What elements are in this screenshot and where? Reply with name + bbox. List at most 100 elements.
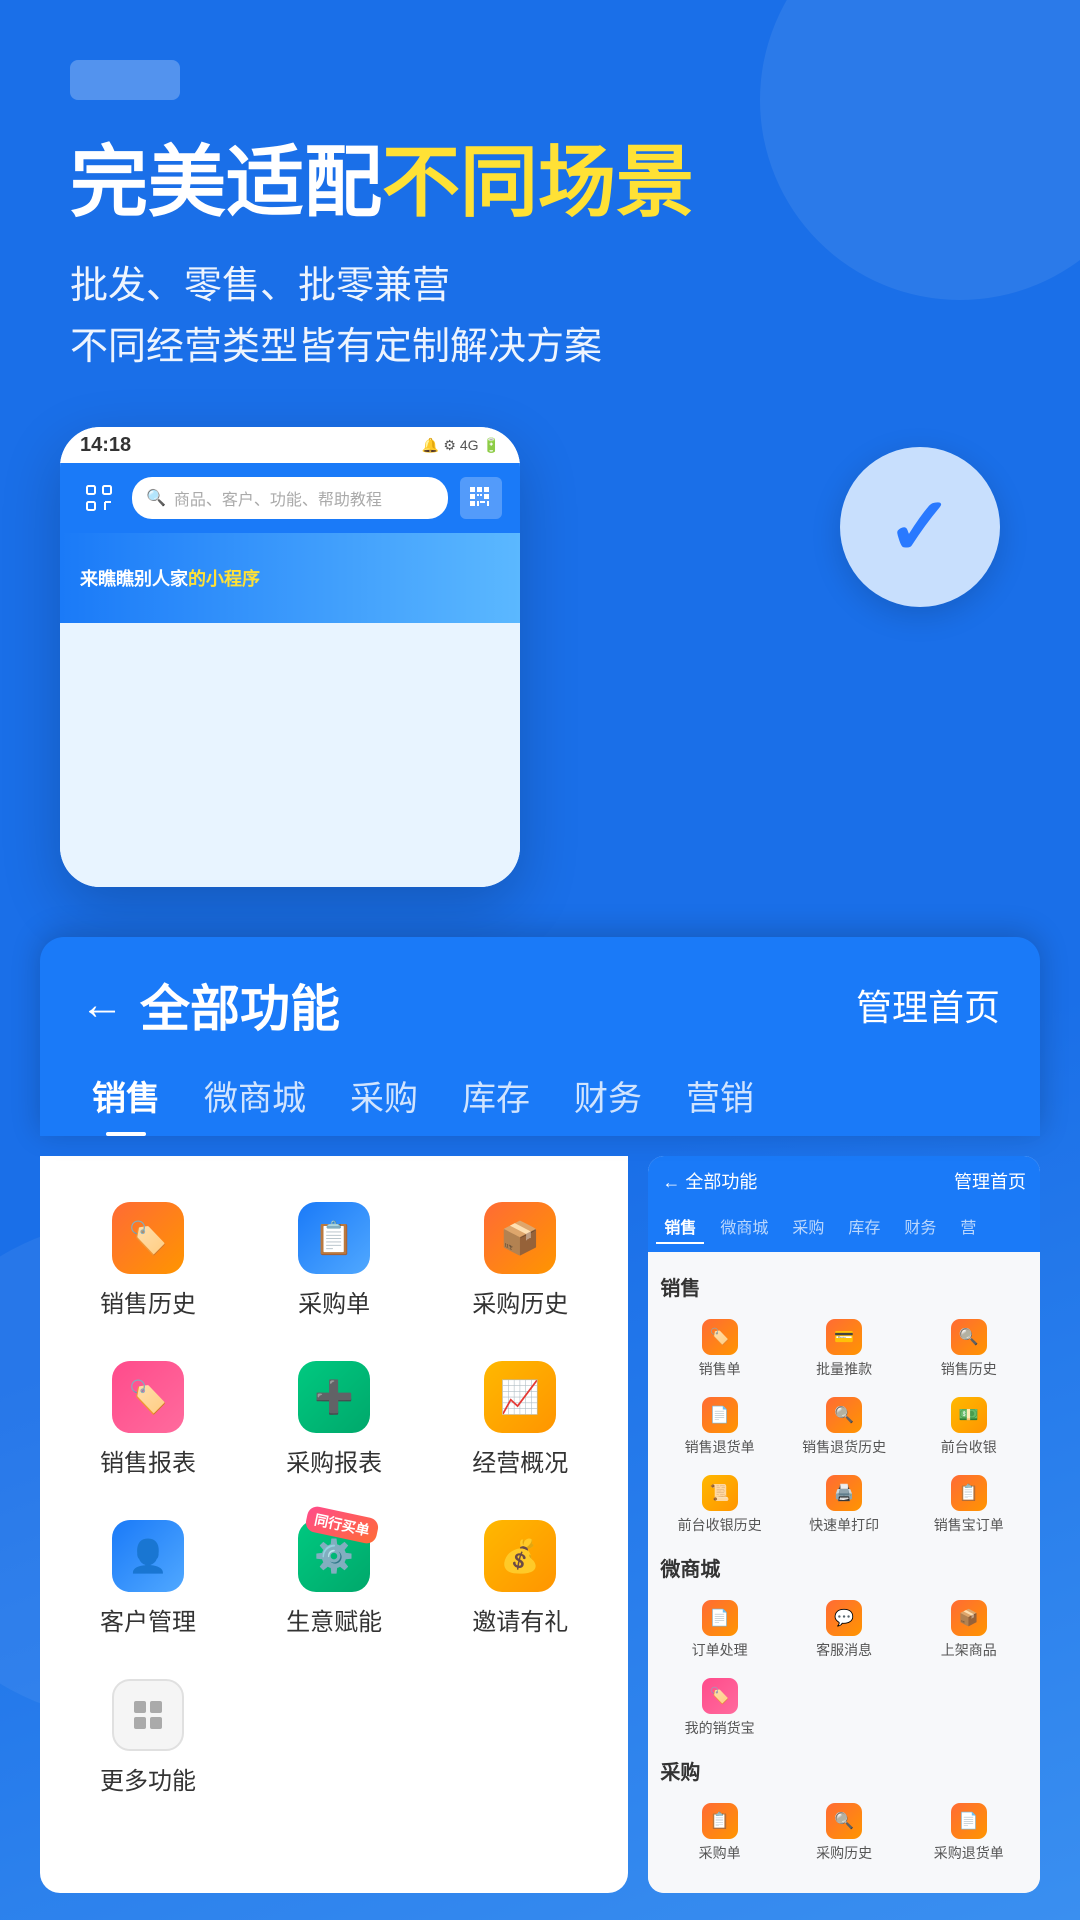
sales-history-icon: 🏷️ [112, 1202, 184, 1274]
list-item[interactable]: 📋 销售宝订单 [909, 1469, 1028, 1541]
customer-mgmt-label: 客户管理 [100, 1602, 196, 1637]
list-item[interactable]: 🏷️ 销售单 [660, 1313, 779, 1385]
feature-panel: ← 全部功能 管理首页 销售 微商城 采购 库存 财务 营销 [40, 937, 1040, 1136]
more-features-label: 更多功能 [100, 1761, 196, 1796]
phone-search-text: 商品、客户、功能、帮助教程 [174, 486, 382, 510]
mini-return-hist-label: 销售退货历史 [802, 1437, 886, 1457]
panel-manage-label[interactable]: 管理首页 [856, 979, 1000, 1031]
list-item[interactable]: 💬 客服消息 [785, 1594, 904, 1666]
mini-tabs: 销售 微商城 采购 库存 财务 营 [648, 1206, 1040, 1252]
list-item[interactable]: 📋 采购单 [246, 1186, 422, 1335]
phone-status-icons: 🔔 ⚙ 4G 🔋 [422, 437, 500, 454]
invite-gift-icon: 💰 [484, 1520, 556, 1592]
phone-banner: 来瞧瞧别人家的小程序 [60, 533, 520, 623]
mini-header-left: ← 全部功能 [662, 1168, 757, 1194]
list-item[interactable]: 💵 前台收银 [909, 1391, 1028, 1463]
phone-content-area: 来瞧瞧别人家的小程序 [60, 533, 520, 887]
mini-micro-grid: 📄 订单处理 💬 客服消息 📦 上架商品 🏷️ 我的销货宝 [660, 1594, 1028, 1744]
mini-back-arrow[interactable]: ← 全部功能 [662, 1168, 757, 1194]
banner-highlight: 的小程序 [188, 569, 260, 589]
list-item[interactable]: 📄 订单处理 [660, 1594, 779, 1666]
mini-return-order-label: 销售退货单 [685, 1437, 755, 1457]
mini-tab-inventory[interactable]: 库存 [840, 1210, 888, 1244]
header-tag [70, 60, 180, 100]
list-item[interactable]: 📄 销售退货单 [660, 1391, 779, 1463]
mini-purchase-order-icon: 📋 [702, 1803, 738, 1839]
mini-customer-msg-label: 客服消息 [816, 1640, 872, 1660]
purchase-report-icon: ➕ [298, 1361, 370, 1433]
mini-sales-hist-label: 销售历史 [941, 1359, 997, 1379]
mini-batch-push-label: 批量推款 [816, 1359, 872, 1379]
purchase-order-icon: 📋 [298, 1202, 370, 1274]
list-item[interactable]: 🔍 销售历史 [909, 1313, 1028, 1385]
mini-cashier-hist-label: 前台收银历史 [678, 1515, 762, 1535]
mini-purchase-return-icon: 📄 [951, 1803, 987, 1839]
mini-sales-order-icon: 🏷️ [702, 1319, 738, 1355]
panel-title-group: ← 全部功能 [80, 969, 340, 1041]
tab-micro-mall[interactable]: 微商城 [182, 1061, 328, 1136]
check-circle: ✓ [840, 447, 1000, 607]
phone-banner-text: 来瞧瞧别人家的小程序 [80, 565, 260, 591]
list-item[interactable]: 👤 客户管理 [60, 1504, 236, 1653]
list-item[interactable]: 🏷️ 销售报表 [60, 1345, 236, 1494]
list-item[interactable]: 更多功能 [60, 1663, 236, 1812]
invite-gift-label: 邀请有礼 [472, 1602, 568, 1637]
tab-purchase[interactable]: 采购 [328, 1061, 440, 1136]
mini-sales-order-label: 销售单 [699, 1359, 741, 1379]
panel-back-arrow[interactable]: ← [80, 983, 124, 1027]
phone-mockup: 14:18 🔔 ⚙ 4G 🔋 [60, 427, 520, 887]
mini-panel-header: ← 全部功能 管理首页 [648, 1156, 1040, 1206]
mini-tab-purchase[interactable]: 采购 [784, 1210, 832, 1244]
scan-icon [78, 477, 120, 519]
list-item[interactable]: 🔍 销售退货历史 [785, 1391, 904, 1463]
business-overview-icon: 📈 [484, 1361, 556, 1433]
tab-finance[interactable]: 财务 [552, 1061, 664, 1136]
list-item[interactable]: 📦 上架商品 [909, 1594, 1028, 1666]
list-item[interactable]: 📋 采购单 [660, 1797, 779, 1869]
list-item[interactable]: 🏷️ 销售历史 [60, 1186, 236, 1335]
bottom-decor [0, 1893, 1080, 1920]
mini-cashier-hist-icon: 📜 [702, 1475, 738, 1511]
mini-tab-finance[interactable]: 财务 [896, 1210, 944, 1244]
subtitle-line1: 批发、零售、批零兼营 [70, 256, 1010, 317]
list-item[interactable]: 📦 采购历史 [432, 1186, 608, 1335]
phone-search-box[interactable]: 🔍 商品、客户、功能、帮助教程 [132, 477, 448, 519]
list-item[interactable]: 🏷️ 我的销货宝 [660, 1672, 779, 1744]
tab-marketing[interactable]: 营销 [664, 1061, 776, 1136]
purchase-order-label: 采购单 [298, 1284, 370, 1319]
tab-inventory[interactable]: 库存 [440, 1061, 552, 1136]
phone-search-bar: 🔍 商品、客户、功能、帮助教程 [60, 463, 520, 533]
subtitle-line2: 不同经营类型皆有定制解决方案 [70, 317, 1010, 378]
mini-content: 销售 🏷️ 销售单 💳 批量推款 🔍 销售历史 📄 [648, 1252, 1040, 1893]
panel-header: ← 全部功能 管理首页 [40, 937, 1040, 1041]
main-title: 完美适配不同场景 [70, 140, 1010, 226]
mini-purchase-grid: 📋 采购单 🔍 采购历史 📄 采购退货单 [660, 1797, 1028, 1869]
bottom-area: 🏷️ 销售历史 📋 采购单 📦 采购历史 🏷️ 销售报表 ➕ [0, 1136, 1080, 1893]
mini-purchase-hist-icon: 🔍 [826, 1803, 862, 1839]
list-item[interactable]: 📈 经营概况 [432, 1345, 608, 1494]
mini-section-purchase-title: 采购 [660, 1756, 1028, 1785]
mini-section-micro-title: 微商城 [660, 1553, 1028, 1582]
mini-return-order-icon: 📄 [702, 1397, 738, 1433]
mini-tab-micro[interactable]: 微商城 [712, 1210, 776, 1244]
list-item[interactable]: 📜 前台收银历史 [660, 1469, 779, 1541]
list-item[interactable]: 🔍 采购历史 [785, 1797, 904, 1869]
mini-cashier-label: 前台收银 [941, 1437, 997, 1457]
mini-manage-label[interactable]: 管理首页 [954, 1168, 1026, 1194]
list-item[interactable]: ⚙️ 同行买单 生意赋能 [246, 1504, 422, 1653]
list-item[interactable]: 💳 批量推款 [785, 1313, 904, 1385]
mini-customer-msg-icon: 💬 [826, 1600, 862, 1636]
mini-sales-grid: 🏷️ 销售单 💳 批量推款 🔍 销售历史 📄 销售退货单 [660, 1313, 1028, 1541]
list-item[interactable]: 📄 采购退货单 [909, 1797, 1028, 1869]
list-item[interactable]: 💰 邀请有礼 [432, 1504, 608, 1653]
tab-sales[interactable]: 销售 [70, 1061, 182, 1136]
mini-my-store-label: 我的销货宝 [685, 1718, 755, 1738]
purchase-report-label: 采购报表 [286, 1443, 382, 1478]
mini-tab-sales[interactable]: 销售 [656, 1210, 704, 1244]
subtitle: 批发、零售、批零兼营 不同经营类型皆有定制解决方案 [70, 256, 1010, 378]
mini-tab-marketing[interactable]: 营 [952, 1210, 984, 1244]
list-item[interactable]: ➕ 采购报表 [246, 1345, 422, 1494]
sales-report-icon: 🏷️ [112, 1361, 184, 1433]
list-item[interactable]: 🖨️ 快速单打印 [785, 1469, 904, 1541]
mini-sales-hist-icon: 🔍 [951, 1319, 987, 1355]
